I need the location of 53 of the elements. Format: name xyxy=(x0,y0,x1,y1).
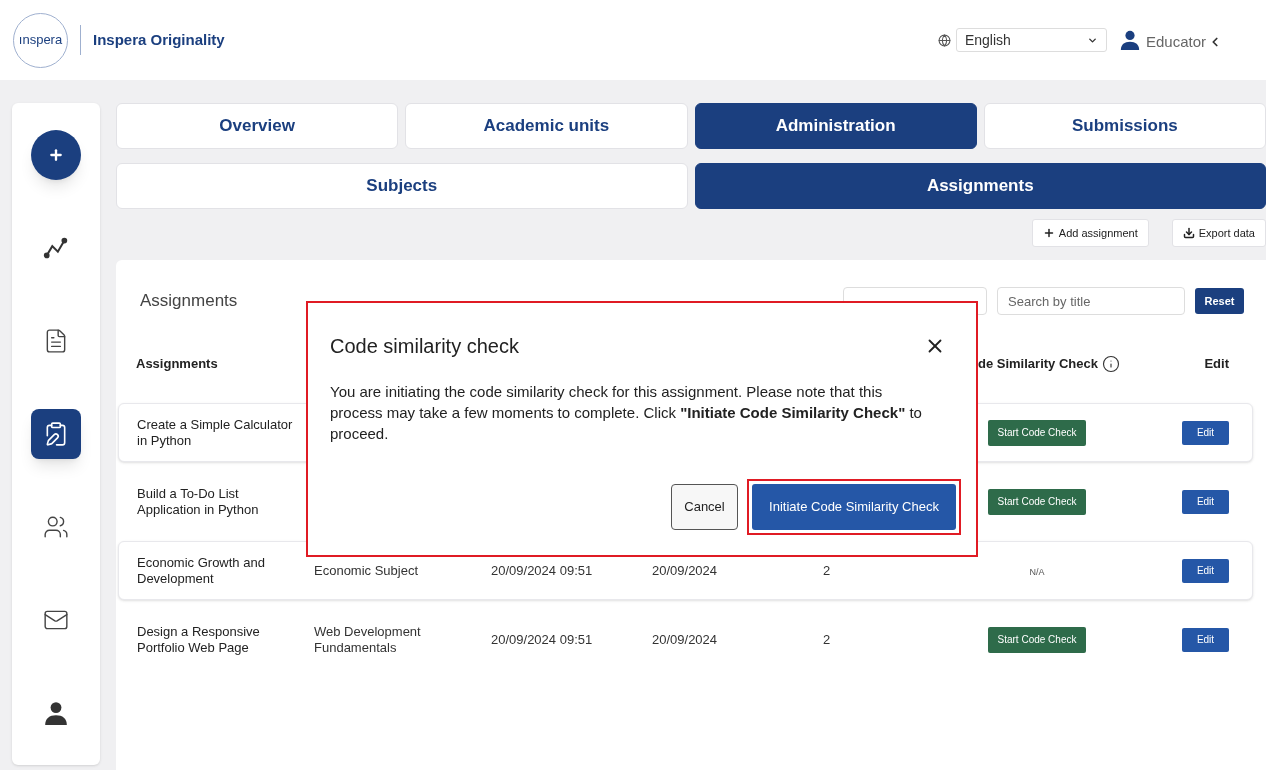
search-field[interactable]: Search by title xyxy=(997,287,1185,315)
sidebar-item[interactable] xyxy=(31,409,81,459)
cancel-button[interactable]: Cancel xyxy=(671,484,738,530)
deadline-date: 20/09/2024 xyxy=(652,631,719,648)
code-check-status: N/A xyxy=(1029,565,1045,579)
globe-icon xyxy=(937,33,951,47)
nav-tab[interactable]: Overview xyxy=(116,103,399,149)
language-select[interactable]: English xyxy=(955,28,1107,52)
submission-count: 2 xyxy=(823,562,832,579)
subject-name: Web Development Fundamentals xyxy=(314,623,422,656)
subject-name: Economic Subject xyxy=(314,562,420,579)
nav-tab[interactable]: Academic units xyxy=(405,103,688,149)
logo-text: ınspera xyxy=(18,31,63,50)
reset-button[interactable]: Reset xyxy=(1195,288,1244,314)
edit-button[interactable]: Edit xyxy=(1182,489,1229,514)
panel-title: Assignments xyxy=(140,290,238,313)
line-chart-icon xyxy=(43,235,69,261)
modal-message: You are initiating the code similarity check for this assignment. Please note that this process may take a few moments to complete. Click "Initiate Code Similarity Check" to proceed. xyxy=(330,382,923,444)
export-button[interactable]: Export data xyxy=(1171,219,1266,247)
initiate-check-button[interactable]: Initiate Code Similarity Check xyxy=(752,484,956,530)
edit-button[interactable]: Edit xyxy=(1182,558,1229,583)
modal-title: Code similarity check xyxy=(330,334,519,359)
user-role[interactable]: Educator xyxy=(1145,30,1206,54)
start-code-check-button[interactable]: Start Code Check xyxy=(987,488,1087,515)
nav-tab[interactable]: Subjects xyxy=(116,163,688,209)
deadline-date: 20/09/2024 xyxy=(652,562,719,579)
edit-button[interactable]: Edit xyxy=(1182,627,1229,652)
product-name: Inspera Originality xyxy=(93,29,225,50)
column-header: Edit xyxy=(1204,355,1229,374)
edit-button[interactable]: Edit xyxy=(1182,420,1229,445)
nav-tab[interactable]: Administration xyxy=(694,103,977,149)
assignment-name: Economic Growth and Development xyxy=(137,554,266,587)
user-icon xyxy=(43,700,69,726)
add-assignment-button[interactable]: Add assignment xyxy=(1031,219,1149,247)
plus-icon xyxy=(1042,227,1055,239)
column-header: Assignments xyxy=(136,355,219,374)
plus-icon xyxy=(48,147,64,163)
nav-tab[interactable]: Assignments xyxy=(694,163,1266,209)
created-date: 20/09/2024 09:51 xyxy=(491,631,594,648)
assignment-name: Create a Simple Calculator in Python xyxy=(137,416,294,449)
users-icon xyxy=(43,514,69,540)
column-header: de Similarity Check xyxy=(978,355,1098,374)
assignment-name: Design a Responsive Portfolio Web Page xyxy=(137,623,261,656)
add-button[interactable] xyxy=(31,130,81,180)
info-icon xyxy=(1101,355,1120,373)
user-icon xyxy=(1118,29,1141,51)
start-code-check-button[interactable]: Start Code Check xyxy=(987,419,1087,446)
download-icon xyxy=(1182,227,1195,239)
nav-tab[interactable]: Submissions xyxy=(983,103,1266,149)
submission-count: 2 xyxy=(823,631,832,648)
created-date: 20/09/2024 09:51 xyxy=(491,562,594,579)
start-code-check-button[interactable]: Start Code Check xyxy=(987,626,1087,653)
assignment-name: Build a To-Do List Application in Python xyxy=(137,485,260,518)
